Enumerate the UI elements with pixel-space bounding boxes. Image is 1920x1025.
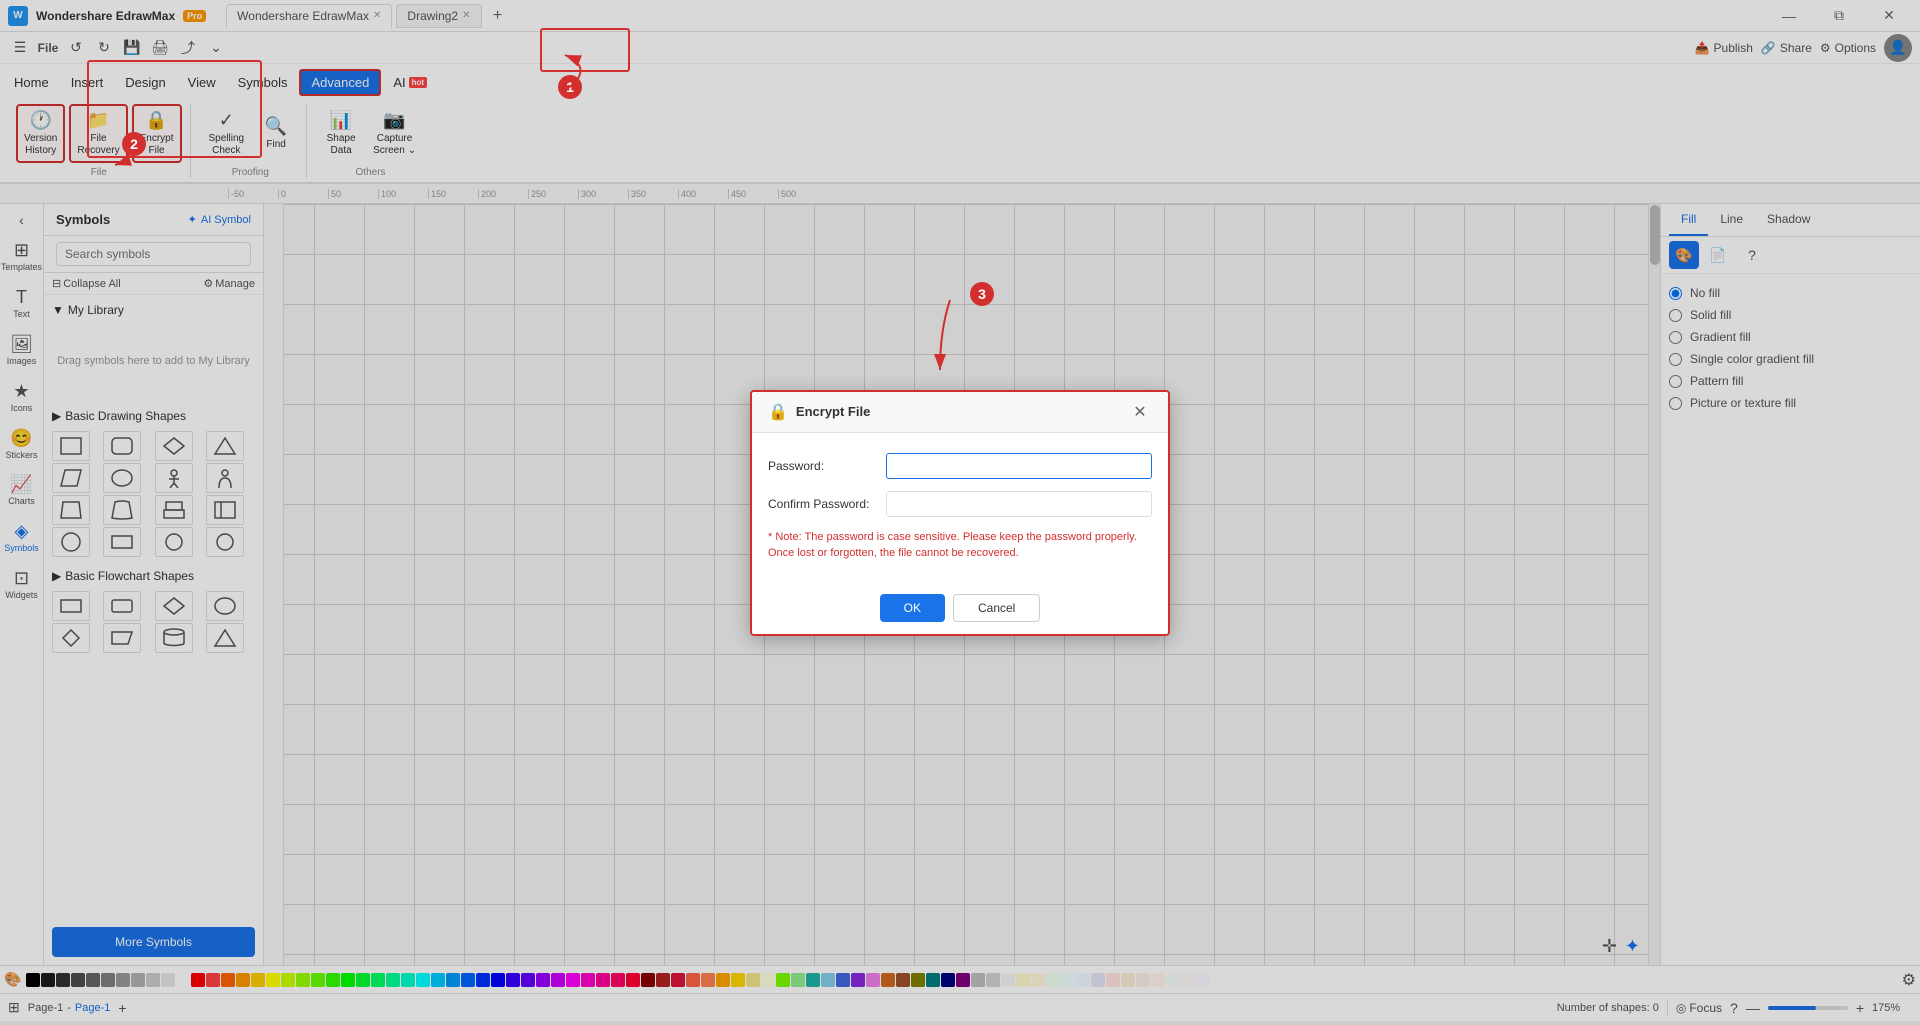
encrypt-dialog: 🔒 Encrypt File ✕ Password: Confirm Passw… <box>750 390 1170 636</box>
confirm-password-label: Confirm Password: <box>768 497 878 511</box>
dialog-footer: OK Cancel <box>752 582 1168 634</box>
dialog-body: Password: Confirm Password: * Note: The … <box>752 433 1168 582</box>
password-label: Password: <box>768 459 878 473</box>
password-input[interactable] <box>886 453 1152 479</box>
modal-overlay: 🔒 Encrypt File ✕ Password: Confirm Passw… <box>0 0 1920 1025</box>
ok-button[interactable]: OK <box>880 594 945 622</box>
dialog-header: 🔒 Encrypt File ✕ <box>752 392 1168 433</box>
confirm-password-input[interactable] <box>886 491 1152 517</box>
dialog-note: * Note: The password is case sensitive. … <box>768 529 1152 562</box>
confirm-password-field-row: Confirm Password: <box>768 491 1152 517</box>
dialog-icon: 🔒 <box>768 402 788 422</box>
password-field-row: Password: <box>768 453 1152 479</box>
cancel-button[interactable]: Cancel <box>953 594 1040 622</box>
dialog-close-button[interactable]: ✕ <box>1128 400 1152 424</box>
dialog-title: Encrypt File <box>796 404 870 419</box>
